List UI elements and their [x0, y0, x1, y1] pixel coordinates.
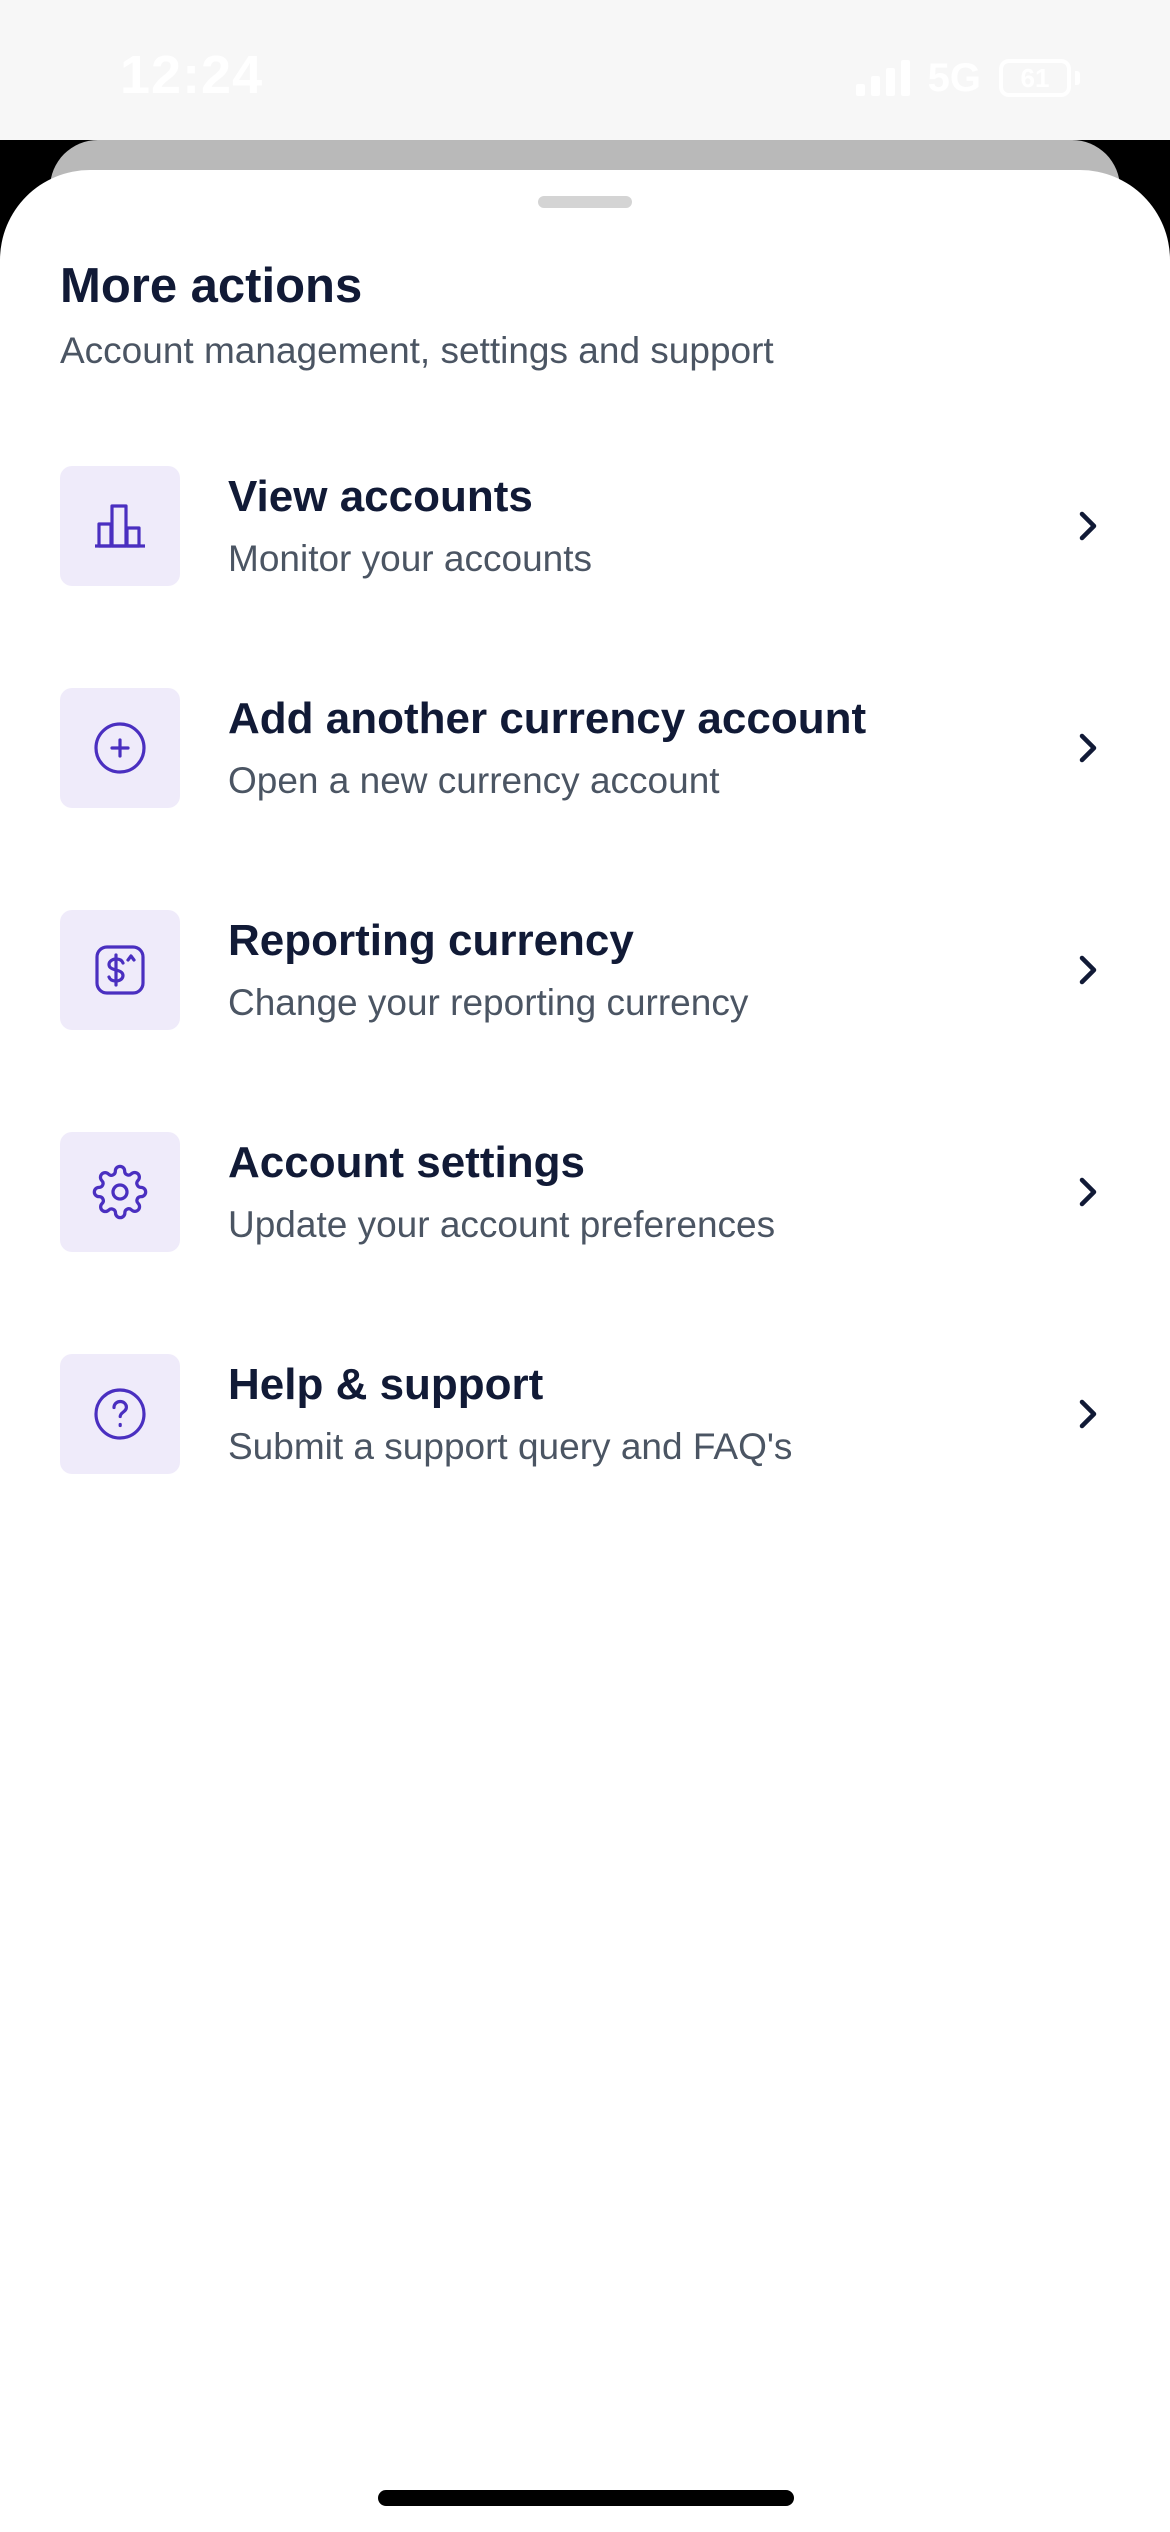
network-type: 5G [927, 55, 981, 100]
sheet-grabber[interactable] [538, 196, 632, 208]
action-list: View accounts Monitor your accounts Add … [0, 466, 1170, 1576]
sheet-subtitle: Account management, settings and support [60, 330, 774, 371]
action-icon-box [60, 1132, 180, 1252]
battery-tip [1075, 71, 1080, 85]
plus-circle-icon [94, 722, 146, 774]
action-icon-box [60, 688, 180, 808]
home-indicator[interactable] [378, 2490, 794, 2506]
action-help-support[interactable]: Help & support Submit a support query an… [0, 1354, 1170, 1576]
action-title: View accounts [228, 472, 533, 521]
battery-level: 61 [1020, 62, 1050, 93]
action-title: Reporting currency [228, 916, 634, 965]
action-title: Help & support [228, 1360, 544, 1409]
dollar-exchange-icon [95, 945, 145, 995]
action-icon-box [60, 910, 180, 1030]
chevron-right-icon [1079, 955, 1097, 985]
status-bar: 12:24 5G 61 [0, 0, 1170, 140]
action-icon-box [60, 466, 180, 586]
chevron-right-icon [1079, 733, 1097, 763]
action-reporting-currency[interactable]: Reporting currency Change your reporting… [0, 910, 1170, 1132]
gear-icon [92, 1164, 148, 1220]
action-icon-box [60, 1354, 180, 1474]
signal-icon [855, 60, 910, 96]
action-description: Submit a support query and FAQ's [228, 1426, 793, 1467]
status-indicators: 5G 61 [855, 55, 1080, 100]
action-view-accounts[interactable]: View accounts Monitor your accounts [0, 466, 1170, 688]
chevron-right-icon [1079, 1177, 1097, 1207]
bar-chart-icon [95, 504, 145, 548]
chevron-right-icon [1079, 511, 1097, 541]
action-title: Add another currency account [228, 694, 867, 743]
question-circle-icon [94, 1388, 146, 1440]
battery-icon: 61 [999, 59, 1071, 97]
chevron-right-icon [1079, 1399, 1097, 1429]
status-time: 12:24 [120, 45, 264, 105]
action-account-settings[interactable]: Account settings Update your account pre… [0, 1132, 1170, 1354]
action-description: Monitor your accounts [228, 538, 593, 579]
more-actions-sheet: More actions Account management, setting… [0, 170, 1170, 2532]
action-title: Account settings [228, 1138, 585, 1187]
action-description: Open a new currency account [228, 760, 720, 801]
action-description: Change your reporting currency [228, 982, 749, 1023]
action-add-currency-account[interactable]: Add another currency account Open a new … [0, 688, 1170, 910]
action-description: Update your account preferences [228, 1204, 776, 1245]
sheet-title: More actions [60, 259, 363, 313]
screen: 12:24 5G 61 More actions Account managem… [0, 0, 1170, 2532]
